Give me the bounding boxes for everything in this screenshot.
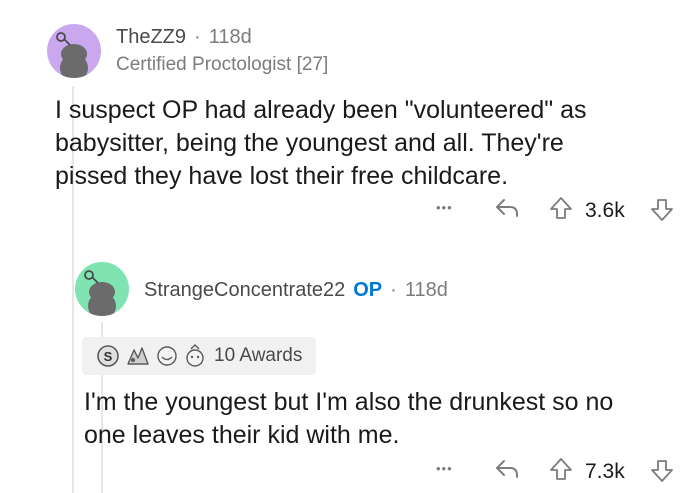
reply-button[interactable] <box>494 458 520 485</box>
comment-age: 118d <box>208 26 252 48</box>
downvote-icon <box>651 460 673 482</box>
op-badge: OP <box>353 279 383 301</box>
avatar[interactable] <box>75 262 129 316</box>
comment-line: I'm the youngest but I'm also the drunke… <box>84 388 614 416</box>
upvote-icon <box>550 458 572 480</box>
downvote-button[interactable] <box>650 198 674 227</box>
upvote-button[interactable] <box>549 457 573 486</box>
helpful-award-icon <box>157 346 177 366</box>
username[interactable]: TheZZ9 <box>116 26 186 49</box>
comment-body: I suspect OP had already been "volunteer… <box>55 94 685 193</box>
snoo-icon <box>56 32 88 78</box>
upvote-button[interactable] <box>549 196 573 225</box>
comment-age: 118d <box>404 279 448 301</box>
separator-dot: · <box>390 279 397 301</box>
reply-icon <box>496 460 518 478</box>
downvote-icon <box>651 199 673 221</box>
awards-bar[interactable]: S 10 Awards <box>82 337 317 375</box>
vote-score: 7.3k <box>585 460 625 483</box>
separator-dot: · <box>194 26 201 48</box>
user-flair: Certified Proctologist [27] <box>116 54 329 75</box>
snoo-icon <box>84 270 116 316</box>
more-options-button[interactable]: ••• <box>436 200 453 215</box>
reply-icon <box>496 199 518 217</box>
comment-line: I suspect OP had already been "volunteer… <box>55 96 587 124</box>
comment-line: babysitter, being the youngest and all. … <box>55 129 564 157</box>
more-options-button[interactable]: ••• <box>436 461 453 476</box>
vote-score: 3.6k <box>585 199 625 222</box>
comment-line: one leaves their kid with me. <box>84 421 400 449</box>
avatar[interactable] <box>47 24 101 78</box>
downvote-button[interactable] <box>650 459 674 488</box>
comment-line: pissed they have lost their free childca… <box>55 162 509 190</box>
wholesome-award-icon <box>127 347 149 365</box>
comment-body: I'm the youngest but I'm also the drunke… <box>84 386 684 452</box>
upvote-icon <box>550 197 572 219</box>
username[interactable]: StrangeConcentrate22 <box>144 279 345 302</box>
awards-count: 10 Awards <box>214 345 303 366</box>
reply-button[interactable] <box>494 197 520 224</box>
svg-text:S: S <box>104 349 113 364</box>
silver-award-icon: S <box>97 345 119 367</box>
party-award-icon <box>186 344 204 367</box>
